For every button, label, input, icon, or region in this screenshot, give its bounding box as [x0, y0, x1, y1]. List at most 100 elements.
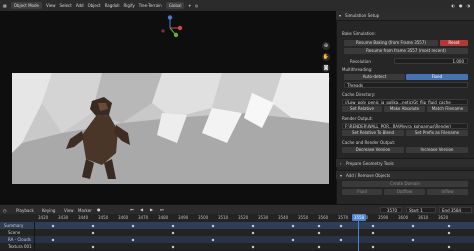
ruler-tick-label: 3430 [58, 215, 69, 220]
track-ra-clouds-label: RA - Clouds [8, 237, 31, 242]
panel-tab-header: ▾ Simulation Setup [336, 11, 474, 21]
playhead-frame-label[interactable]: 3558 [352, 214, 366, 221]
ruler-tick-label: 3480 [158, 215, 169, 220]
playback-menu[interactable]: Playback [16, 208, 34, 213]
menu-tree-terrain[interactable]: Tree-Terrain [139, 3, 162, 8]
increase-version-button[interactable]: Increase Version [406, 147, 468, 153]
ruler-tick-label: 3460 [118, 215, 129, 220]
ruler-tick-label: 3510 [218, 215, 229, 220]
3d-viewport[interactable]: ⊕ ✋ ◙ ▦ [0, 11, 336, 204]
fixed-toggle[interactable]: Fixed [406, 74, 468, 80]
channel-region-border [34, 222, 35, 251]
ruler-tick-label: 3450 [98, 215, 109, 220]
editor-type-icon[interactable]: ▦ [3, 3, 7, 8]
threads-field[interactable]: Threads [344, 82, 468, 88]
resolution-label: Resolution [350, 59, 371, 64]
end-frame-value: 3584 [450, 208, 462, 213]
track-textura[interactable]: Textura 001 [0, 243, 474, 250]
start-frame-field[interactable]: Start 1 [406, 207, 436, 213]
add-remove-header[interactable]: ▾ Add / Remove Objects [336, 170, 474, 179]
play-reverse-icon[interactable]: ◀ [140, 207, 143, 212]
mode-select[interactable]: Object Mode [10, 2, 42, 9]
panel-collapse-icon[interactable]: ▾ [339, 13, 341, 18]
proportional-icon[interactable]: ◎ [195, 3, 199, 8]
dopesheet-tracks[interactable]: Summary Scene RA - Clouds Textura 001 [0, 222, 474, 251]
track-ra-clouds[interactable]: RA - Clouds [0, 236, 474, 243]
match-filename-button[interactable]: Match Filename [427, 106, 468, 112]
end-frame-label: End [442, 208, 450, 213]
menu-ragdoll[interactable]: Ragdoll [105, 3, 120, 8]
ruler-tick-label: 3420 [38, 215, 49, 220]
end-frame-field[interactable]: End 3584 [439, 207, 472, 213]
panel-title: Simulation Setup [345, 13, 380, 18]
chevron-down-icon: ▾ [340, 173, 343, 178]
jump-start-icon[interactable]: ⏮ [130, 207, 134, 212]
ruler-tick-label: 3590 [378, 215, 389, 220]
menu-add[interactable]: Add [76, 3, 84, 8]
record-icon[interactable]: ● [97, 207, 101, 212]
keying-menu[interactable]: Keying [42, 208, 55, 213]
ruler-tick-label: 3520 [238, 215, 249, 220]
fluid-button[interactable]: Fluid [342, 189, 382, 195]
prepare-geometry-header[interactable]: › Prepare Geometry Tools [336, 158, 474, 167]
snap-icon[interactable]: ⌖ [188, 3, 190, 8]
track-textura-label: Textura 001 [8, 244, 32, 249]
start-frame-value: 1 [420, 208, 423, 213]
set-prefix-button[interactable]: Set Prefix as Filename [406, 130, 468, 136]
ruler-tick-label: 3620 [438, 215, 449, 220]
render-scene [12, 73, 329, 184]
ruler-tick-label: 3490 [178, 215, 189, 220]
jump-end-icon[interactable]: ⏭ [160, 207, 164, 212]
menu-rigify[interactable]: Rigify [124, 3, 135, 8]
set-relative-to-blend-button[interactable]: Set Relative To Blend [342, 130, 404, 136]
menu-view[interactable]: View [46, 3, 56, 8]
ruler-tick-label: 3570 [338, 215, 349, 220]
set-relative-button[interactable]: Set Relative [342, 106, 382, 112]
menu-select[interactable]: Select [59, 3, 71, 8]
cache-directory-label: Cache Directory: [342, 92, 376, 97]
ruler-tick-label: 3500 [198, 215, 209, 220]
play-icon[interactable]: ▶ [150, 207, 153, 212]
ruler-tick-label: 3440 [78, 215, 89, 220]
make-absolute-button[interactable]: Make Absolute [384, 106, 425, 112]
timeline-editor-icon[interactable]: ◷ [3, 208, 7, 213]
cache-directory-field[interactable]: //Low_poly_penis_ja_polika...netic/Gt_fl… [342, 99, 468, 105]
navigation-gizmo[interactable] [156, 15, 184, 41]
menu-object[interactable]: Object [88, 3, 101, 8]
view-menu[interactable]: View [64, 208, 74, 213]
ruler-tick-label: 3600 [398, 215, 409, 220]
render-output-label: Render Output: [342, 116, 373, 121]
inflow-button[interactable]: Inflow [427, 189, 468, 195]
resume-baking-button[interactable]: Resume Baking (from Frame 3557) [344, 40, 438, 46]
bake-section-label: Bake Simulation: [342, 31, 376, 36]
decrease-version-button[interactable]: Decrease Version [342, 147, 404, 153]
track-summary-label: Summary [4, 223, 24, 228]
timeline-ruler[interactable]: 3420 3430 3440 3450 3460 3470 3480 3490 3500 3510… [0, 214, 474, 222]
track-summary[interactable]: Summary [0, 222, 474, 229]
pan-icon[interactable]: ✋ [322, 53, 330, 61]
shading-solid-icon[interactable]: ● [459, 3, 463, 8]
cache-render-output-label: Cache and Render Output: [342, 140, 396, 145]
prepare-geometry-label: Prepare Geometry Tools [346, 161, 394, 166]
track-scene[interactable]: Scene [0, 229, 474, 236]
multithreading-label: Multithreading: [342, 67, 373, 72]
ruler-tick-label: 3540 [278, 215, 289, 220]
start-frame-label: Start [409, 208, 419, 213]
create-domain-button[interactable]: Create Domain [342, 181, 468, 187]
marker-menu[interactable]: Marker [78, 208, 92, 213]
ruler-tick-label: 3550 [298, 215, 309, 220]
chevron-right-icon: › [340, 161, 342, 166]
resolution-field[interactable]: 1,000 [394, 58, 468, 64]
transform-orientation[interactable]: Global [165, 2, 185, 9]
reset-button[interactable]: Reset [440, 40, 468, 46]
auto-detect-toggle[interactable]: Auto-detect [344, 74, 405, 80]
outflow-button[interactable]: Outflow [384, 189, 425, 195]
resume-from-dropdown[interactable]: Resume from frame 3557 (most recent) [344, 48, 468, 54]
current-frame-field[interactable]: 3570 [380, 207, 402, 213]
zoom-icon[interactable]: ⊕ [322, 42, 330, 50]
camera-view-icon[interactable]: ◙ [322, 64, 330, 72]
render-output-field[interactable]: F:\RENDER\WALL_POR...RA\Myyra_kohoamus\R… [342, 123, 468, 129]
overlay-icon[interactable]: ◐ [452, 3, 456, 8]
add-remove-label: Add / Remove Objects [346, 173, 391, 178]
shading-render-icon[interactable]: ◑ [467, 3, 471, 8]
